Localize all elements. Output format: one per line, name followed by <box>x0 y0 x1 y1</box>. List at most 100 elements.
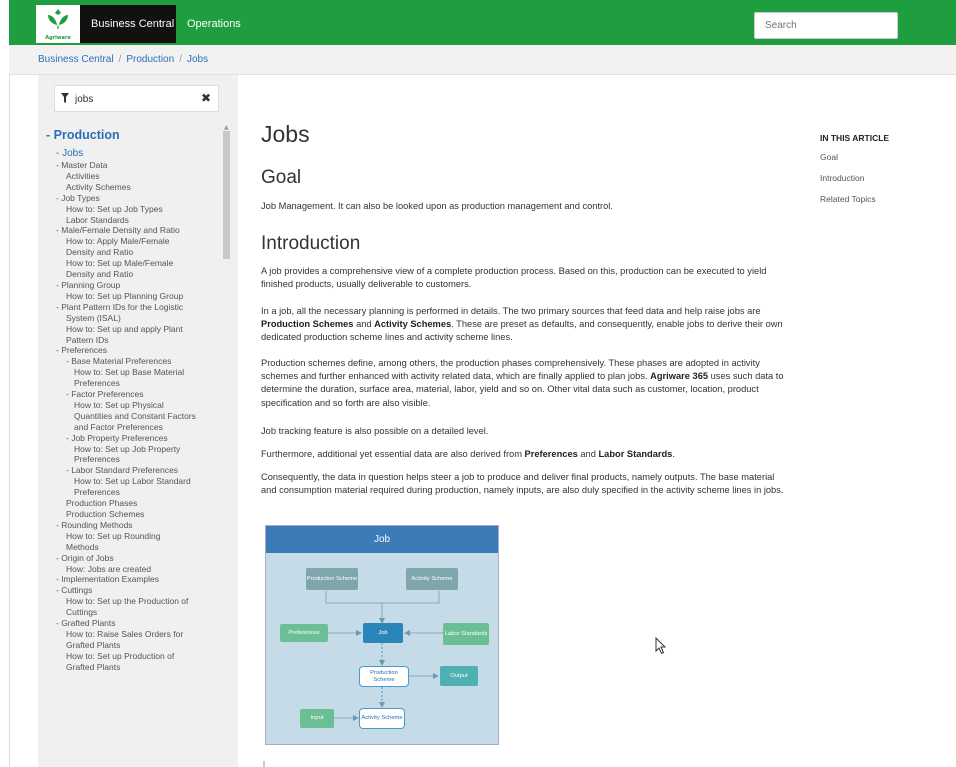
toc-item[interactable]: How to: Apply Male/Female <box>46 236 226 247</box>
text: Furthermore, additional yet essential da… <box>261 449 525 459</box>
page-title: Jobs <box>261 121 310 147</box>
toc-item[interactable]: Preferences <box>46 378 226 389</box>
toc-item[interactable]: - Male/Female Density and Ratio <box>46 225 226 236</box>
intro-paragraph-1: A job provides a comprehensive view of a… <box>261 266 767 290</box>
filter-icon <box>61 93 69 103</box>
toc-item[interactable]: Grafted Plants <box>46 662 226 673</box>
toc-item[interactable]: Preferences <box>46 487 226 498</box>
output-node: Output <box>440 666 478 686</box>
toc-item[interactable]: Quantities and Constant Factors <box>46 411 226 422</box>
toc-item[interactable]: Activity Schemes <box>46 182 226 193</box>
goal-text: Job Management. It can also be looked up… <box>261 201 613 211</box>
toc-item[interactable]: How to: Set up Planning Group <box>46 291 226 302</box>
toc-item[interactable]: - Jobs <box>46 148 226 160</box>
toc-item[interactable]: How to: Set up Job Types <box>46 204 226 215</box>
toc-item[interactable]: - Plant Pattern IDs for the Logistic <box>46 302 226 313</box>
toc-item[interactable]: How to: Set up Labor Standard <box>46 476 226 487</box>
breadcrumb-production[interactable]: Production <box>126 54 174 65</box>
toc-item[interactable]: How to: Set up the Production of <box>46 596 226 607</box>
top-bar: Agriware Business Central Operations <box>9 0 956 45</box>
toc-item[interactable]: - Production <box>46 127 226 144</box>
toc-item[interactable]: How to: Set up Job Property <box>46 444 226 455</box>
in-this-article: IN THIS ARTICLE Goal Introduction Relate… <box>820 133 940 215</box>
toc-item[interactable]: - Job Property Preferences <box>46 433 226 444</box>
toc-filter-input[interactable] <box>75 91 185 107</box>
article: Jobs Goal Job Management. It can also be… <box>261 75 796 767</box>
brand-link[interactable]: Business Central <box>91 18 174 30</box>
toc-item[interactable]: System (ISAL) <box>46 313 226 324</box>
toc-item[interactable]: How: Jobs are created <box>46 564 226 575</box>
activity-scheme-line-node: Activity Scheme <box>359 708 405 729</box>
toc-item[interactable]: - Labor Standard Preferences <box>46 465 226 476</box>
logo-text: Agriware <box>45 35 71 41</box>
article-link-introduction[interactable]: Introduction <box>820 173 940 183</box>
mouse-cursor-icon <box>655 637 667 655</box>
production-scheme-node: Production Scheme <box>306 568 358 590</box>
toc-item[interactable]: How to: Set up Male/Female <box>46 258 226 269</box>
toc-item[interactable]: Production Schemes <box>46 509 226 520</box>
intro-paragraph-4: Job tracking feature is also possible on… <box>261 426 489 436</box>
toc-item[interactable]: and Factor Preferences <box>46 422 226 433</box>
operations-link[interactable]: Operations <box>187 18 241 30</box>
article-link-related-topics[interactable]: Related Topics <box>820 194 940 204</box>
introduction-heading: Introduction <box>261 233 361 254</box>
text: and <box>577 449 599 459</box>
toc-item[interactable]: - Rounding Methods <box>46 520 226 531</box>
toc-item[interactable]: How to: Set up Physical <box>46 400 226 411</box>
activity-scheme-node: Activity Scheme <box>406 568 458 590</box>
text: and <box>353 319 375 330</box>
search-input[interactable] <box>754 12 898 39</box>
text: In a job, all the necessary planning is … <box>261 306 761 316</box>
leaf-logo-icon <box>48 9 68 29</box>
toc-item[interactable]: - Base Material Preferences <box>46 356 226 367</box>
toc-filter: ✖ <box>54 85 219 112</box>
toc-item[interactable]: Pattern IDs <box>46 335 226 346</box>
toc-item[interactable]: Labor Standards <box>46 215 226 226</box>
toc-item[interactable]: Activities <box>46 171 226 182</box>
toc-item[interactable]: How to: Set up and apply Plant <box>46 324 226 335</box>
preferences-node: Preferences <box>280 624 328 642</box>
job-node: Job <box>363 623 403 643</box>
left-gutter <box>9 75 10 767</box>
production-scheme-line-node: Production Scheme <box>359 666 409 687</box>
toc-tree: - Production - Jobs - Master Data Activitie… <box>46 127 226 767</box>
toc-item[interactable]: How to: Set up Production of <box>46 651 226 662</box>
toc-item[interactable]: - Implementation Examples <box>46 574 226 585</box>
breadcrumb-jobs[interactable]: Jobs <box>187 54 208 65</box>
toc-item[interactable]: - Factor Preferences <box>46 389 226 400</box>
toc-item[interactable]: - Job Types <box>46 193 226 204</box>
intro-paragraph-5: Furthermore, additional yet essential da… <box>261 448 791 461</box>
toc-item[interactable]: Methods <box>46 542 226 553</box>
toc-item[interactable]: Grafted Plants <box>46 640 226 651</box>
toc-item[interactable]: How to: Raise Sales Orders for <box>46 629 226 640</box>
toc-item[interactable]: Cuttings <box>46 607 226 618</box>
goal-heading: Goal <box>261 167 302 188</box>
toc-item[interactable]: Density and Ratio <box>46 247 226 258</box>
toc-item[interactable]: - Preferences <box>46 345 226 356</box>
intro-paragraph-3: Production schemes define, among others,… <box>261 357 791 410</box>
toc-item[interactable]: Preferences <box>46 454 226 465</box>
toc-item[interactable]: Density and Ratio <box>46 269 226 280</box>
toc-item[interactable]: - Origin of Jobs <box>46 553 226 564</box>
toc-item[interactable]: - Planning Group <box>46 280 226 291</box>
toc-item[interactable]: - Grafted Plants <box>46 618 226 629</box>
toc-item[interactable]: - Master Data <box>46 160 226 171</box>
sidebar-scroll-thumb[interactable] <box>223 131 230 259</box>
close-icon[interactable]: ✖ <box>201 91 211 105</box>
preferences-bold: Preferences <box>524 449 578 459</box>
input-node: Input <box>300 709 334 728</box>
production-schemes-bold: Production Schemes <box>261 319 354 330</box>
breadcrumb-business-central[interactable]: Business Central <box>38 54 114 65</box>
agriware-logo[interactable]: Agriware <box>36 5 80 43</box>
toc-item[interactable]: Production Phases <box>46 498 226 509</box>
agriware-365-bold: Agriware 365 <box>650 371 709 382</box>
labor-standards-bold: Labor Standards <box>598 449 673 459</box>
in-this-article-header: IN THIS ARTICLE <box>820 133 890 143</box>
breadcrumb-separator: / <box>179 54 182 65</box>
article-link-goal[interactable]: Goal <box>820 152 940 162</box>
toc-item[interactable]: How to: Set up Base Material <box>46 367 226 378</box>
toc-item[interactable]: How to: Set up Rounding <box>46 531 226 542</box>
sidebar: ✖ - Production- Jobs- Master DataActivit… <box>38 75 238 767</box>
toc-item[interactable]: - Cuttings <box>46 585 226 596</box>
scroll-up-arrow-icon[interactable]: ▲ <box>224 124 229 131</box>
